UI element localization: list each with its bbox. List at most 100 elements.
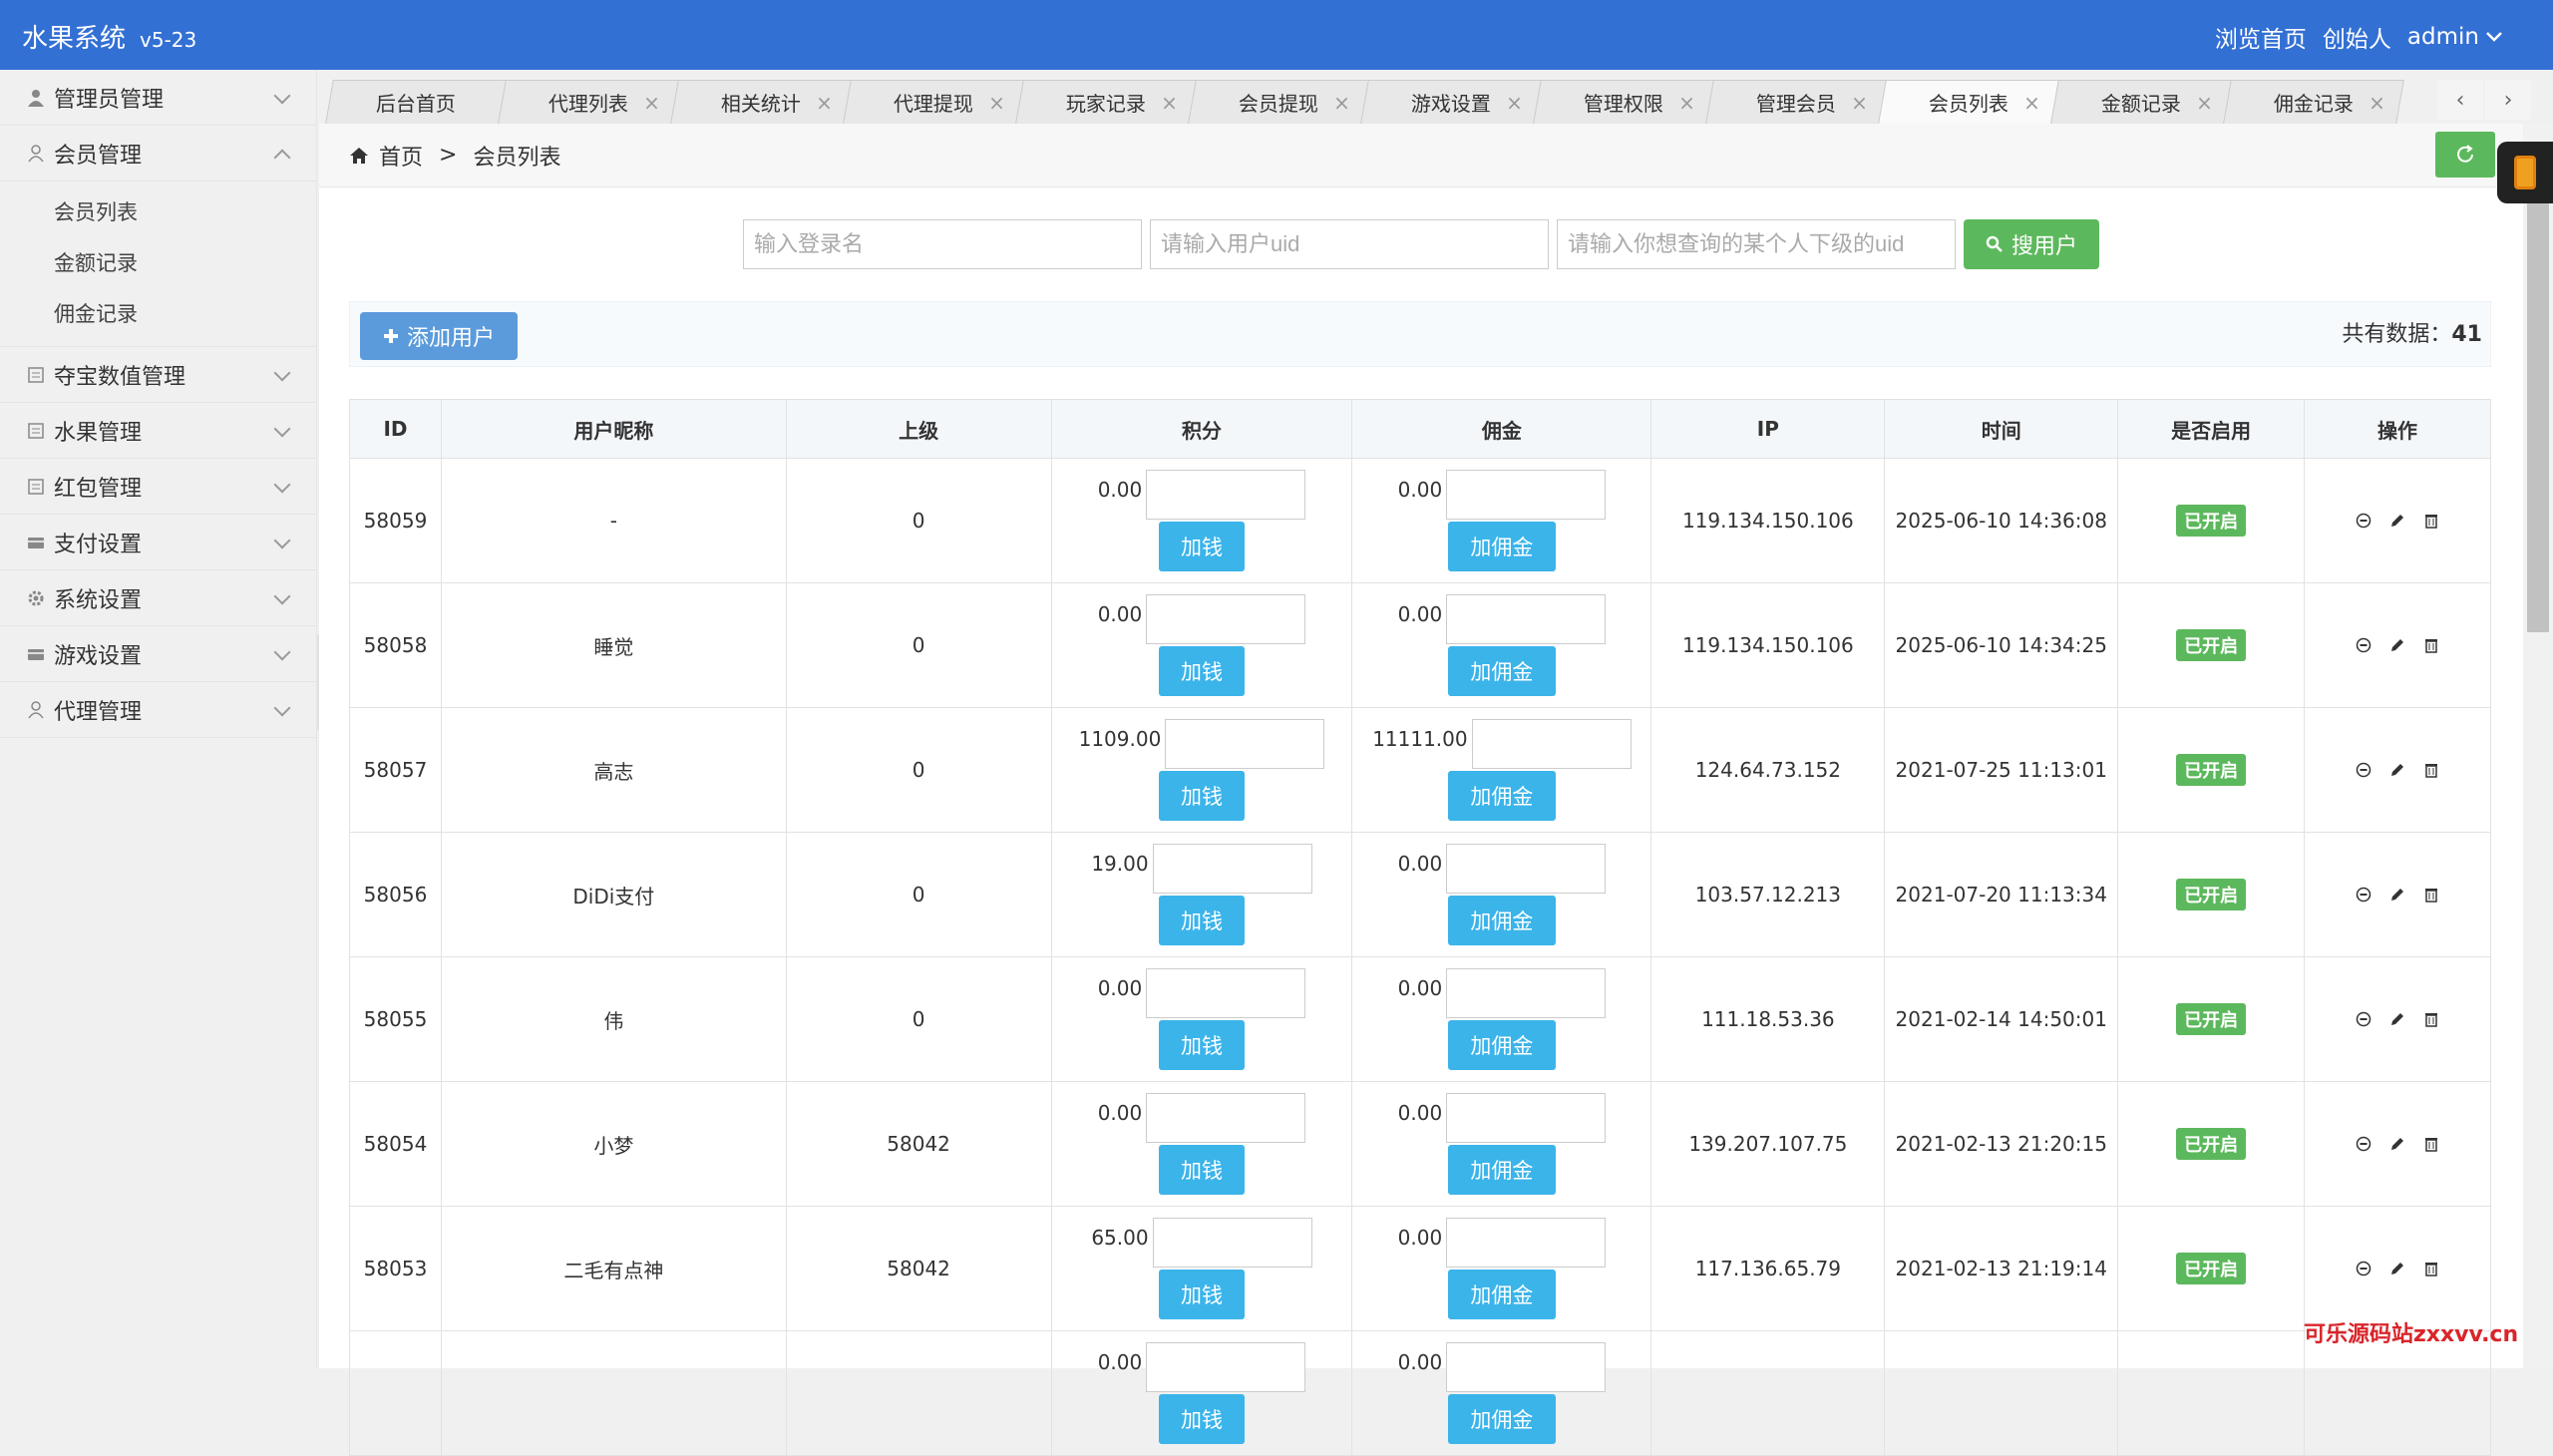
close-icon[interactable]: × (2196, 91, 2213, 115)
sidebar-item-system[interactable]: 系统设置 (0, 570, 316, 626)
sidebar-item-redpacket[interactable]: 红包管理 (0, 459, 316, 515)
commission-amount-input[interactable] (1446, 594, 1607, 644)
sidebar-subitem-amount-records[interactable]: 金额记录 (0, 236, 316, 287)
close-icon[interactable]: × (1678, 91, 1695, 115)
status-badge[interactable]: 已开启 (2176, 1128, 2247, 1160)
sidebar-item-payment[interactable]: 支付设置 (0, 515, 316, 570)
tab-commission-records[interactable]: 佣金记录 × (2223, 80, 2404, 124)
commission-amount-input[interactable] (1446, 844, 1607, 894)
commission-amount-input[interactable] (1446, 1218, 1607, 1268)
add-commission-button[interactable]: 加佣金 (1447, 896, 1556, 945)
sidebar-item-admin[interactable]: 管理员管理 (0, 70, 316, 126)
disable-icon[interactable] (2355, 1135, 2372, 1153)
close-icon[interactable]: × (643, 91, 660, 115)
login-name-input[interactable] (743, 219, 1142, 269)
commission-amount-input[interactable] (1471, 719, 1632, 769)
browse-home-link[interactable]: 浏览首页 (2215, 20, 2307, 54)
sidebar-subitem-member-list[interactable]: 会员列表 (0, 185, 316, 236)
status-badge[interactable]: 已开启 (2176, 1253, 2247, 1284)
subordinate-uid-input[interactable] (1557, 219, 1956, 269)
col-header-commission[interactable]: 佣金 (1351, 399, 1652, 459)
edit-icon[interactable] (2388, 1135, 2406, 1153)
tab-member-withdraw[interactable]: 会员提现 × (1188, 80, 1369, 124)
add-commission-button[interactable]: 加佣金 (1447, 1270, 1556, 1319)
points-amount-input[interactable] (1146, 968, 1306, 1018)
edit-icon[interactable] (2388, 1010, 2406, 1028)
disable-icon[interactable] (2355, 512, 2372, 530)
points-amount-input[interactable] (1146, 1342, 1306, 1392)
brand[interactable]: 水果系统 v5-23 (22, 18, 196, 55)
commission-amount-input[interactable] (1446, 1093, 1607, 1143)
delete-icon[interactable] (2422, 512, 2440, 530)
col-header-enabled[interactable]: 是否启用 (2117, 399, 2306, 459)
scrollbar-thumb[interactable] (2527, 203, 2549, 632)
add-commission-button[interactable]: 加佣金 (1447, 771, 1556, 821)
points-amount-input[interactable] (1165, 719, 1325, 769)
user-menu[interactable]: admin (2407, 24, 2503, 50)
breadcrumb-home[interactable]: 首页 (379, 140, 423, 172)
tab-agent-list[interactable]: 代理列表 × (498, 80, 679, 124)
add-commission-button[interactable]: 加佣金 (1447, 1145, 1556, 1195)
commission-amount-input[interactable] (1446, 470, 1607, 520)
add-money-button[interactable]: 加钱 (1158, 646, 1245, 696)
col-header-nickname[interactable]: 用户昵称 (440, 399, 787, 459)
add-user-button[interactable]: 添加用户 (360, 312, 518, 360)
close-icon[interactable]: × (1506, 91, 1523, 115)
uid-input[interactable] (1150, 219, 1549, 269)
disable-icon[interactable] (2355, 1260, 2372, 1277)
close-icon[interactable]: × (2023, 91, 2040, 115)
add-money-button[interactable]: 加钱 (1158, 522, 1245, 571)
sidebar-item-agent[interactable]: 代理管理 (0, 682, 316, 738)
close-icon[interactable]: × (1333, 91, 1350, 115)
add-commission-button[interactable]: 加佣金 (1447, 1394, 1556, 1444)
col-header-time[interactable]: 时间 (1884, 399, 2119, 459)
search-user-button[interactable]: 搜用户 (1964, 219, 2099, 269)
add-money-button[interactable]: 加钱 (1158, 1394, 1245, 1444)
refresh-button[interactable] (2435, 132, 2495, 178)
tab-member-list[interactable]: 会员列表 × (1878, 80, 2059, 124)
status-badge[interactable]: 已开启 (2176, 879, 2247, 910)
edit-icon[interactable] (2388, 1260, 2406, 1277)
add-money-button[interactable]: 加钱 (1158, 1270, 1245, 1319)
close-icon[interactable]: × (1161, 91, 1178, 115)
add-money-button[interactable]: 加钱 (1158, 896, 1245, 945)
points-amount-input[interactable] (1152, 844, 1312, 894)
delete-icon[interactable] (2422, 1260, 2440, 1277)
disable-icon[interactable] (2355, 761, 2372, 779)
add-commission-button[interactable]: 加佣金 (1447, 522, 1556, 571)
col-header-id[interactable]: ID (349, 399, 442, 459)
floating-jar-button[interactable] (2497, 142, 2553, 203)
delete-icon[interactable] (2422, 1010, 2440, 1028)
edit-icon[interactable] (2388, 512, 2406, 530)
col-header-parent[interactable]: 上级 (785, 399, 1052, 459)
tab-manage-members[interactable]: 管理会员 × (1705, 80, 1887, 124)
tab-statistics[interactable]: 相关统计 × (670, 80, 852, 124)
tab-player-records[interactable]: 玩家记录 × (1015, 80, 1197, 124)
tab-amount-records[interactable]: 金额记录 × (2050, 80, 2232, 124)
col-header-points[interactable]: 积分 (1050, 399, 1353, 459)
add-money-button[interactable]: 加钱 (1158, 1145, 1245, 1195)
close-icon[interactable]: × (988, 91, 1005, 115)
sidebar-item-fruit[interactable]: 水果管理 (0, 403, 316, 459)
add-commission-button[interactable]: 加佣金 (1447, 1020, 1556, 1070)
tab-home[interactable]: 后台首页 (325, 80, 507, 124)
add-commission-button[interactable]: 加佣金 (1447, 646, 1556, 696)
points-amount-input[interactable] (1152, 1218, 1312, 1268)
points-amount-input[interactable] (1146, 1093, 1306, 1143)
points-amount-input[interactable] (1146, 594, 1306, 644)
edit-icon[interactable] (2388, 886, 2406, 904)
delete-icon[interactable] (2422, 761, 2440, 779)
close-icon[interactable]: × (2369, 91, 2385, 115)
tab-permissions[interactable]: 管理权限 × (1533, 80, 1714, 124)
sidebar-subitem-commission-records[interactable]: 佣金记录 (0, 287, 316, 338)
sidebar-item-game[interactable]: 游戏设置 (0, 626, 316, 682)
add-money-button[interactable]: 加钱 (1158, 1020, 1245, 1070)
sidebar-item-treasure[interactable]: 夺宝数值管理 (0, 347, 316, 403)
status-badge[interactable]: 已开启 (2176, 1003, 2247, 1035)
commission-amount-input[interactable] (1446, 968, 1607, 1018)
status-badge[interactable]: 已开启 (2176, 754, 2247, 786)
delete-icon[interactable] (2422, 636, 2440, 654)
edit-icon[interactable] (2388, 636, 2406, 654)
tab-game-settings[interactable]: 游戏设置 × (1360, 80, 1542, 124)
close-icon[interactable]: × (1851, 91, 1868, 115)
